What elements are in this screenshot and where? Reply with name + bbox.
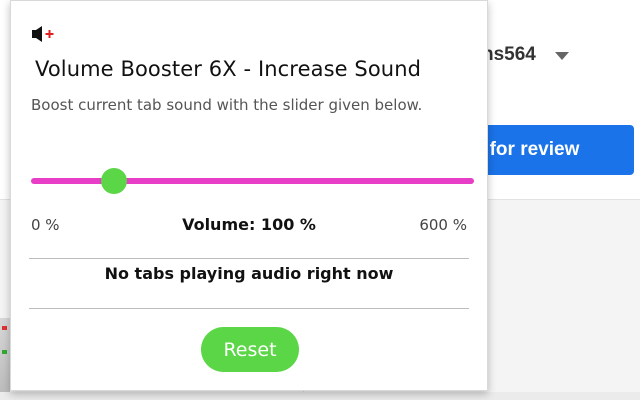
reset-button[interactable]: Reset xyxy=(201,327,299,372)
slider-max-label: 600 % xyxy=(419,216,467,234)
popup-title: Volume Booster 6X - Increase Sound xyxy=(35,57,422,81)
divider xyxy=(29,308,469,309)
speaker-plus-icon xyxy=(32,26,54,42)
volume-booster-popup: Volume Booster 6X - Increase Sound Boost… xyxy=(10,0,488,391)
submit-for-review-button[interactable]: t for review xyxy=(470,125,634,175)
popup-description: Boost current tab sound with the slider … xyxy=(31,96,423,114)
volume-slider[interactable] xyxy=(31,168,474,194)
background-bottom-strip xyxy=(0,392,640,400)
account-dropdown-chevron-icon[interactable] xyxy=(555,52,569,60)
slider-track[interactable] xyxy=(31,178,474,184)
volume-readout: Volume: 100 % xyxy=(182,215,316,234)
account-username[interactable]: ns564 xyxy=(482,44,536,66)
slider-thumb[interactable] xyxy=(100,168,127,194)
audio-status-text: No tabs playing audio right now xyxy=(104,264,394,283)
background-thumbnail xyxy=(0,318,10,400)
divider xyxy=(29,258,469,259)
